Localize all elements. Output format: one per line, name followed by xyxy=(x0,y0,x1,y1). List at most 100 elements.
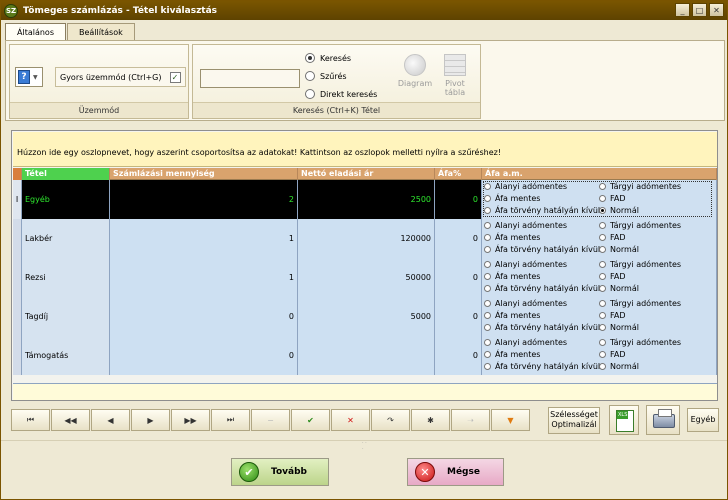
col-header-afa-am[interactable]: Áfa a.m. xyxy=(482,168,717,180)
maximize-button[interactable]: □ xyxy=(692,3,707,17)
last-page-button[interactable]: ⏭ xyxy=(211,409,250,431)
bookmark-button[interactable]: ✱ xyxy=(411,409,450,431)
vat-option[interactable]: Alanyi adómentes xyxy=(484,298,567,309)
vat-option[interactable]: Áfa mentes xyxy=(484,310,540,321)
filter-button[interactable]: ▼ xyxy=(491,409,530,431)
cell-netto-ar[interactable]: 120000 xyxy=(298,219,435,258)
cell-netto-ar[interactable]: 2500 xyxy=(298,180,435,219)
cell-mennyiseg[interactable]: 1 xyxy=(110,219,298,258)
post-button[interactable]: ✔ xyxy=(291,409,330,431)
print-button[interactable] xyxy=(646,405,680,435)
vat-option[interactable]: Alanyi adómentes xyxy=(484,181,567,192)
cell-tetel[interactable]: Támogatás xyxy=(22,336,110,375)
cell-mennyiseg[interactable]: 1 xyxy=(110,258,298,297)
table-row[interactable]: Támogatás 0 0 Alanyi adómentes Tárgyi adómen… xyxy=(13,336,717,375)
delete-button[interactable]: − xyxy=(251,409,290,431)
prev-page-button[interactable]: ◀◀ xyxy=(51,409,90,431)
vat-option[interactable]: Áfa törvény hatályán kívül xyxy=(484,244,600,255)
radio-direkt[interactable]: Direkt keresés xyxy=(305,89,377,99)
vat-option[interactable]: FAD xyxy=(599,349,626,360)
cell-afa[interactable]: 0 xyxy=(435,297,482,336)
table-row[interactable]: Tagdíj 0 5000 0 Alanyi adómentes Tárgyi adóme… xyxy=(13,297,717,336)
vat-option[interactable]: Alanyi adómentes xyxy=(484,259,567,270)
vat-option[interactable]: Áfa mentes xyxy=(484,271,540,282)
next-button[interactable]: ✔ Tovább xyxy=(231,458,329,486)
radio-szures[interactable]: Szűrés xyxy=(305,71,347,81)
optimize-width-button[interactable]: Szélességet Optimalizál xyxy=(548,407,600,434)
cancel-edit-button[interactable]: ✕ xyxy=(331,409,370,431)
cell-afa-am[interactable]: Alanyi adómentes Tárgyi adómentes Áfa ment… xyxy=(482,297,717,336)
cell-netto-ar[interactable]: 5000 xyxy=(298,297,435,336)
pivot-button[interactable]: Pivot tábla xyxy=(437,51,473,103)
vat-option[interactable]: Normál xyxy=(599,244,639,255)
table-row[interactable]: I Egyéb 2 2500 0 Alanyi adómentes Tárgyi adóme… xyxy=(13,180,717,219)
first-page-button[interactable]: ⏮ xyxy=(11,409,50,431)
table-row[interactable]: Lakbér 1 120000 0 Alanyi adómentes Tárgyi adó… xyxy=(13,219,717,258)
fast-mode-toggle[interactable]: Gyors üzemmód (Ctrl+G) ✓ xyxy=(55,67,186,87)
col-header-netto-ar[interactable]: Nettó eladási ár xyxy=(298,168,435,180)
cell-mennyiseg[interactable]: 0 xyxy=(110,336,298,375)
vat-option[interactable]: Tárgyi adómentes xyxy=(599,259,681,270)
next-record-button[interactable]: ▶ xyxy=(131,409,170,431)
vat-option[interactable]: Normál xyxy=(599,205,639,216)
cell-afa[interactable]: 0 xyxy=(435,180,482,219)
close-button[interactable]: ✕ xyxy=(709,3,724,17)
vat-option[interactable]: Normál xyxy=(599,361,639,372)
col-header-mennyiseg[interactable]: Számlázási mennyiség xyxy=(110,168,298,180)
minimize-button[interactable]: _ xyxy=(675,3,690,17)
next-page-button[interactable]: ▶▶ xyxy=(171,409,210,431)
tab-beallitasok[interactable]: Beállítások xyxy=(67,23,135,40)
vat-option[interactable]: Alanyi adómentes xyxy=(484,220,567,231)
cell-tetel[interactable]: Lakbér xyxy=(22,219,110,258)
mode-dropdown[interactable]: ? ▼ xyxy=(15,67,43,87)
vat-option[interactable]: Áfa törvény hatályán kívül xyxy=(484,322,600,333)
col-header-afa[interactable]: Áfa% xyxy=(435,168,482,180)
splitter-grip[interactable]: · · · xyxy=(362,440,368,452)
col-header-tetel[interactable]: Tétel xyxy=(22,168,110,180)
diagram-button[interactable]: Diagram xyxy=(395,51,435,103)
vat-option[interactable]: Normál xyxy=(599,283,639,294)
vat-option[interactable]: Áfa törvény hatályán kívül xyxy=(484,205,600,216)
filter-row[interactable] xyxy=(13,383,717,400)
cell-tetel[interactable]: Egyéb xyxy=(22,180,110,219)
cell-afa[interactable]: 0 xyxy=(435,336,482,375)
vat-option[interactable]: Tárgyi adómentes xyxy=(599,337,681,348)
cell-afa-am[interactable]: Alanyi adómentes Tárgyi adómentes Áfa ment… xyxy=(482,180,717,219)
cell-afa-am[interactable]: Alanyi adómentes Tárgyi adómentes Áfa ment… xyxy=(482,336,717,375)
cell-afa[interactable]: 0 xyxy=(435,219,482,258)
group-by-panel[interactable]: Húzzon ide egy oszlopnevet, hogy aszerin… xyxy=(13,132,717,167)
cell-netto-ar[interactable] xyxy=(298,336,435,375)
cell-tetel[interactable]: Tagdíj xyxy=(22,297,110,336)
fast-mode-checkbox[interactable]: ✓ xyxy=(169,71,181,83)
cell-afa-am[interactable]: Alanyi adómentes Tárgyi adómentes Áfa ment… xyxy=(482,258,717,297)
vat-option[interactable]: FAD xyxy=(599,271,626,282)
prev-record-button[interactable]: ◀ xyxy=(91,409,130,431)
other-button[interactable]: Egyéb xyxy=(687,408,719,432)
vat-option[interactable]: FAD xyxy=(599,232,626,243)
column-chooser-icon[interactable] xyxy=(13,168,22,180)
vat-option[interactable]: Tárgyi adómentes xyxy=(599,220,681,231)
refresh-button[interactable]: ↷ xyxy=(371,409,410,431)
cell-netto-ar[interactable]: 50000 xyxy=(298,258,435,297)
vat-option[interactable]: Áfa törvény hatályán kívül xyxy=(484,283,600,294)
goto-bookmark-button[interactable]: ➝ xyxy=(451,409,490,431)
vat-option[interactable]: FAD xyxy=(599,193,626,204)
vat-option[interactable]: Tárgyi adómentes xyxy=(599,298,681,309)
search-input[interactable] xyxy=(200,69,300,88)
vat-option[interactable]: Áfa mentes xyxy=(484,349,540,360)
vat-option[interactable]: Normál xyxy=(599,322,639,333)
cancel-button[interactable]: ✕ Mégse xyxy=(407,458,504,486)
cell-tetel[interactable]: Rezsi xyxy=(22,258,110,297)
vat-option[interactable]: Tárgyi adómentes xyxy=(599,181,681,192)
vat-option[interactable]: Áfa törvény hatályán kívül xyxy=(484,361,600,372)
cell-mennyiseg[interactable]: 2 xyxy=(110,180,298,219)
radio-kereses[interactable]: Keresés xyxy=(305,53,351,63)
tab-altalanos[interactable]: Általános xyxy=(5,23,66,41)
title-bar[interactable]: SZ Tömeges számlázás - Tétel kiválasztás… xyxy=(1,1,727,20)
export-excel-button[interactable] xyxy=(609,405,639,435)
table-row[interactable]: Rezsi 1 50000 0 Alanyi adómentes Tárgyi adóme… xyxy=(13,258,717,297)
vat-option[interactable]: FAD xyxy=(599,310,626,321)
vat-option[interactable]: Alanyi adómentes xyxy=(484,337,567,348)
cell-afa[interactable]: 0 xyxy=(435,258,482,297)
vat-option[interactable]: Áfa mentes xyxy=(484,193,540,204)
